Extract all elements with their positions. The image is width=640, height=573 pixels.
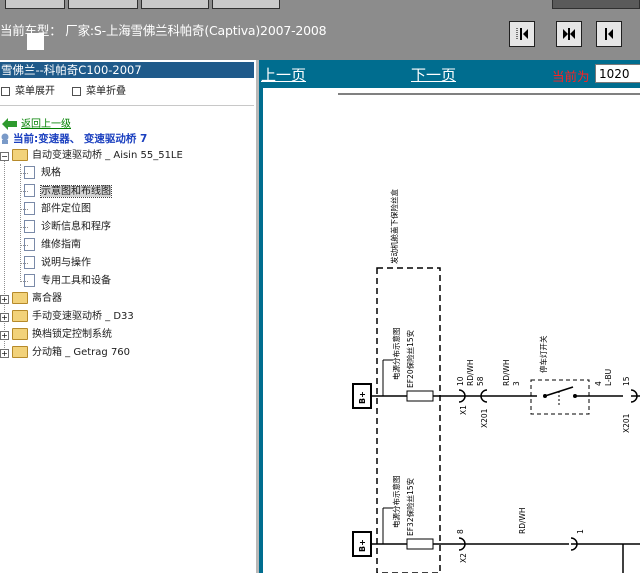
tree-folder-shift-lock[interactable]: + 换档锁定控制系统 — [0, 328, 112, 342]
tree-item-locator[interactable]: 部件定位图 — [20, 202, 91, 216]
folder-icon — [12, 310, 28, 322]
folder-icon — [12, 328, 28, 340]
car-model-value: 厂家:S-上海雪佛兰科帕奇(Captiva)2007-2008 — [65, 23, 327, 38]
top-button-5[interactable] — [552, 0, 640, 9]
back-arrow-icon — [2, 118, 17, 130]
wire-5-pin: 1 — [576, 529, 585, 534]
tree-folder-manual[interactable]: + 手动变速驱动桥 _ D33 — [0, 310, 134, 324]
fuse-1-label: EF20保险丝15安 — [405, 329, 415, 388]
tree-item-schematics[interactable]: 示意图和布线图 — [20, 184, 112, 198]
top-toolbar: 当前车型： 厂家:S-上海雪佛兰科帕奇(Captiva)2007-2008 — [0, 0, 640, 60]
tree-branch — [20, 209, 28, 210]
wiring-diagram: 发动机舱盖下保险丝盒 B+ 电源分布示意图 EF20保险丝15安 X1 10 R… — [338, 93, 640, 573]
connector-x1-label: X1 — [459, 405, 468, 415]
sidebar-title: 雪佛兰--科帕奇C100-2007 — [0, 62, 254, 78]
next-page-link[interactable]: 下一页 — [411, 64, 456, 85]
power-dist-label-2: 电源分布示意图 — [391, 476, 401, 529]
folder-icon — [12, 292, 28, 304]
expand-toggle-icon[interactable]: + — [0, 313, 9, 322]
bplus-label-1: B+ — [358, 391, 367, 404]
tree-item-diagnostics[interactable]: 诊断信息和程序 — [20, 220, 111, 234]
tree-item-tools[interactable]: 专用工具和设备 — [20, 274, 111, 288]
tree-folder-clutch[interactable]: + 离合器 — [0, 292, 62, 306]
tree-item-repair[interactable]: 维修指南 — [20, 238, 81, 252]
tree-line — [4, 160, 5, 356]
last-page-button[interactable] — [596, 21, 622, 47]
sidebar: 雪佛兰--科帕奇C100-2007 菜单展开 菜单折叠 返回上一级 当前:变速器… — [0, 60, 256, 573]
power-dist-label-1: 电源分布示意图 — [391, 328, 401, 381]
tree-folder-transfer[interactable]: + 分动箱 _ Getrag 760 — [0, 346, 130, 360]
menu-collapse[interactable]: 菜单折叠 — [72, 82, 126, 97]
top-button-3[interactable] — [141, 0, 209, 9]
prev-page-link[interactable]: 上一页 — [261, 64, 306, 85]
tree-branch — [20, 263, 28, 264]
wire-3-pin: 4 — [594, 381, 603, 386]
tree-branch — [20, 227, 28, 228]
connector-x201b-label: X201 — [622, 413, 631, 433]
split-icon — [563, 28, 575, 40]
current-location: 当前:变速器、 变速驱动桥 7 — [0, 131, 147, 146]
connector-x201-label: X201 — [480, 408, 489, 428]
wire-1-num: 58 — [476, 376, 485, 386]
wire-2-num: 3 — [512, 381, 521, 386]
page-number-input[interactable] — [595, 64, 640, 83]
wire-3-color: L-BU — [604, 369, 613, 386]
tree-branch — [20, 245, 28, 246]
wire-1-color: RD/WH — [466, 359, 475, 386]
top-button-1[interactable] — [5, 0, 65, 9]
folder-open-icon — [12, 149, 28, 161]
menu-expand[interactable]: 菜单展开 — [1, 82, 55, 97]
expand-icon — [1, 86, 10, 96]
wire-2-color: RD/WH — [502, 359, 511, 386]
fuse-box-label: 发动机舱盖下保险丝盒 — [389, 189, 399, 264]
fuse-ef20 — [406, 390, 434, 402]
collapse-toggle-icon[interactable]: − — [0, 152, 9, 161]
tree-folder-aisin[interactable]: − 自动变速驱动桥 _ Aisin 55_51LE — [0, 149, 183, 163]
wire-1-pin: 10 — [456, 376, 465, 386]
first-page-button[interactable] — [509, 21, 535, 47]
sidebar-divider — [0, 105, 254, 106]
tree-line — [20, 164, 21, 282]
tree-item-spec[interactable]: 规格 — [20, 166, 61, 180]
tree-branch — [20, 191, 28, 192]
car-model-box — [27, 33, 44, 50]
current-page-label: 当前为 — [552, 69, 590, 84]
bplus-label-2: B+ — [358, 539, 367, 552]
tree-branch — [20, 281, 28, 282]
expand-toggle-icon[interactable]: + — [0, 295, 9, 304]
middle-page-button[interactable] — [556, 21, 582, 47]
top-button-2[interactable] — [68, 0, 138, 9]
last-page-icon — [605, 28, 613, 40]
top-button-4[interactable] — [212, 0, 280, 9]
wire-4-pin: 8 — [456, 529, 465, 534]
car-model-title: 当前车型： 厂家:S-上海雪佛兰科帕奇(Captiva)2007-2008 — [0, 20, 327, 39]
wire-3-num: 15 — [622, 376, 631, 386]
expand-toggle-icon[interactable]: + — [0, 331, 9, 340]
expand-toggle-icon[interactable]: + — [0, 349, 9, 358]
collapse-icon — [72, 86, 81, 96]
fuse-2-label: EF32保险丝15安 — [405, 477, 415, 536]
connector-x2-label: X2 — [459, 553, 468, 563]
selected-item-label: 示意图和布线图 — [40, 184, 112, 198]
fuse-ef32 — [406, 538, 434, 550]
folder-icon — [12, 346, 28, 358]
stop-lamp-switch-outline — [530, 379, 590, 415]
stop-lamp-switch-label: 停车灯开关 — [538, 335, 548, 373]
viewer-toolbar: 上一页 下一页 当前为 — [259, 60, 640, 88]
back-link[interactable]: 返回上一级 — [2, 115, 71, 130]
tree-branch — [20, 173, 28, 174]
first-page-icon — [516, 28, 528, 40]
wire-4-color: RD/WH — [518, 507, 527, 534]
location-icon — [1, 133, 9, 144]
document-viewer: 上一页 下一页 当前为 发动机舱盖下保险丝盒 B+ 电源分布示意图 EF20保险… — [259, 60, 640, 573]
tree-item-description[interactable]: 说明与操作 — [20, 256, 91, 270]
